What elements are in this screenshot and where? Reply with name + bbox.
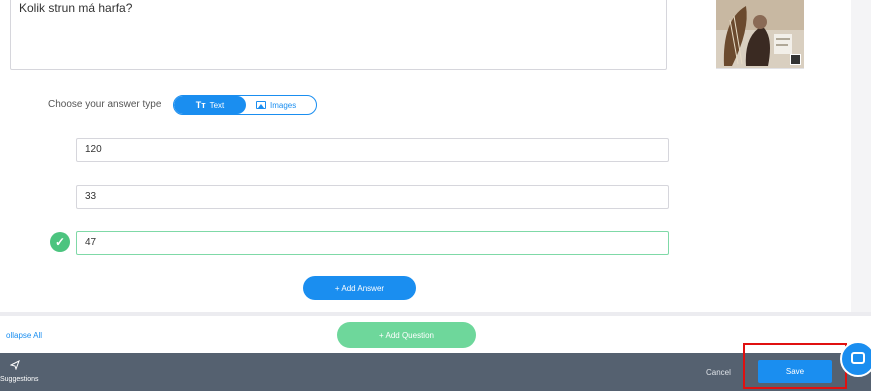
answer-field-3[interactable]: 47 — [76, 231, 669, 255]
question-text-area[interactable]: Kolik strun má harfa? — [10, 0, 667, 70]
add-question-button[interactable]: + Add Question — [337, 322, 476, 348]
question-image-thumbnail[interactable] — [716, 0, 804, 69]
answer-field-1[interactable]: 120 — [76, 138, 669, 162]
answer-type-images-label: Images — [270, 100, 297, 110]
check-icon[interactable]: ✓ — [50, 232, 70, 252]
divider — [0, 312, 871, 316]
add-answer-button[interactable]: + Add Answer — [303, 276, 416, 300]
chat-widget-button[interactable] — [840, 341, 871, 377]
right-gutter — [851, 0, 871, 312]
send-icon[interactable] — [10, 360, 20, 370]
image-icon — [256, 101, 266, 109]
answer-field-2[interactable]: 33 — [76, 185, 669, 209]
answer-type-text-label: Text — [209, 100, 225, 110]
answer-type-images-option[interactable]: Images — [256, 96, 296, 114]
cancel-button[interactable]: Cancel — [706, 368, 731, 377]
text-type-icon: Tт — [195, 100, 206, 110]
question-text: Kolik strun má harfa? — [19, 1, 133, 15]
bottom-action-bar — [0, 353, 871, 391]
suggestions-label[interactable]: Suggestions — [0, 376, 39, 383]
chat-icon — [851, 352, 865, 364]
save-highlight-box — [743, 343, 847, 389]
answer-type-toggle: Tт Text Images — [173, 95, 317, 115]
collapse-all-link[interactable]: ollapse All — [6, 331, 42, 340]
image-expand-icon[interactable] — [790, 54, 801, 65]
answer-type-text-option[interactable]: Tт Text — [174, 96, 246, 114]
answer-type-label: Choose your answer type — [48, 99, 162, 110]
